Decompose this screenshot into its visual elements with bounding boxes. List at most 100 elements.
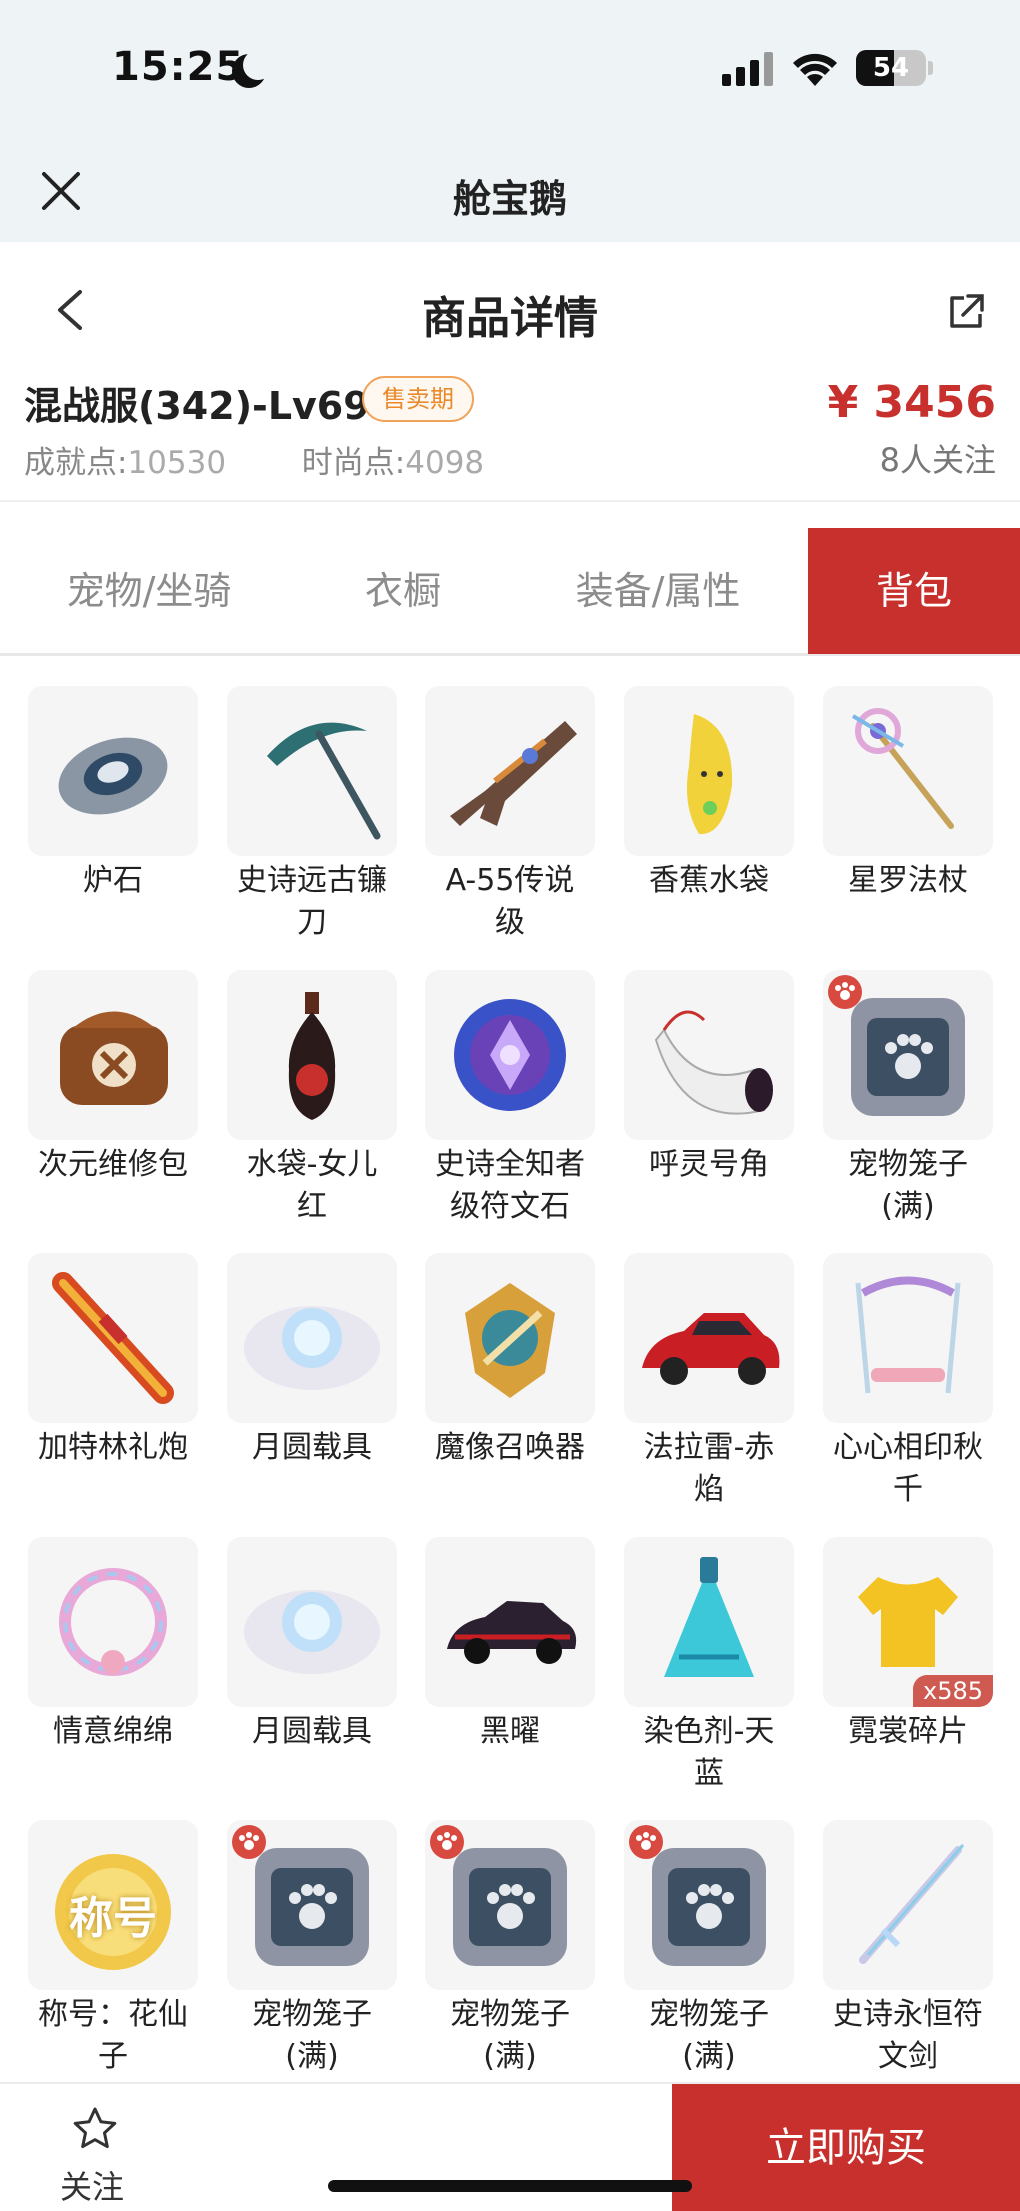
battery-icon: 54 (856, 50, 926, 86)
product-summary: 混战服(342)-Lv69 售卖期 ¥ 3456 成就点:10530 时尚点:4… (0, 367, 1020, 502)
item-label: 史诗远古镰 刀 (237, 863, 387, 940)
list-item[interactable]: 炉石 (0, 660, 198, 943)
follow-label[interactable]: 关注 (60, 2162, 124, 2208)
quantity-badge: x585 (912, 1675, 993, 1707)
list-item[interactable]: 加特林礼炮 (0, 1227, 198, 1510)
item-label: 炉石 (83, 863, 143, 898)
list-item[interactable]: 史诗永恒符 文剑 (795, 1794, 993, 2077)
item-label: 史诗永恒符 文剑 (833, 1997, 983, 2074)
fashion-value: 4098 (405, 445, 485, 481)
list-item[interactable]: 香蕉水袋 (596, 660, 794, 943)
achievement-value: 10530 (127, 445, 227, 481)
item-label: 宠物笼子 (满) (450, 1997, 570, 2074)
share-icon[interactable] (946, 292, 986, 332)
pet-cage-icon (425, 1820, 595, 1990)
black-car-icon (425, 1537, 595, 1707)
item-label: 霓裳碎片 (848, 1714, 968, 1749)
swing-icon (823, 1253, 993, 1423)
tab-pets-mounts[interactable]: 宠物/坐骑 (0, 528, 298, 654)
item-label: 宠物笼子 (满) (252, 1997, 372, 2074)
list-item[interactable]: 称号 称号：花仙 子 (0, 1794, 198, 2077)
battery-tip (928, 61, 933, 75)
home-indicator (328, 2180, 692, 2192)
list-item[interactable]: 月圆载具 (199, 1511, 397, 1794)
item-label: 心心相印秋 千 (833, 1430, 983, 1507)
moon-icon (232, 50, 273, 88)
miniprogram-bar: 舱宝鹅 (0, 130, 1020, 242)
status-bar: 15:25 54 (0, 0, 1020, 130)
page-title: 商品详情 (422, 293, 598, 344)
category-tabs: 宠物/坐骑 衣橱 装备/属性 背包 (0, 528, 1020, 656)
summoner-icon (425, 1253, 595, 1423)
list-item[interactable]: 史诗全知者 级符文石 (397, 944, 595, 1227)
title-badge-icon: 称号 (28, 1820, 198, 1990)
title-badge-text: 称号 (69, 1893, 157, 1944)
achievement-label: 成就点: (24, 445, 128, 481)
gun-icon (425, 686, 595, 856)
tshirt-icon: x585 (823, 1537, 993, 1707)
item-label: 呼灵号角 (649, 1147, 769, 1182)
list-item[interactable]: 水袋-女儿 红 (199, 944, 397, 1227)
list-item[interactable]: 黑曜 (397, 1511, 595, 1794)
item-label: 魔像召唤器 (435, 1430, 585, 1465)
moon-cloud-icon (227, 1537, 397, 1707)
list-item[interactable]: 星罗法杖 (795, 660, 993, 943)
item-label: 香蕉水袋 (649, 863, 769, 898)
banana-icon (624, 686, 794, 856)
status-time: 15:25 (112, 44, 245, 90)
tab-wardrobe[interactable]: 衣橱 (298, 528, 508, 654)
wreath-icon (28, 1537, 198, 1707)
product-price: ¥ 3456 (827, 377, 996, 428)
item-label: 月圆载具 (252, 1430, 372, 1465)
item-label: 染色剂-天 蓝 (643, 1714, 775, 1791)
list-item[interactable]: 史诗远古镰 刀 (199, 660, 397, 943)
staff-icon (823, 686, 993, 856)
dye-bottle-icon (624, 1537, 794, 1707)
pet-cage-icon (624, 1820, 794, 1990)
product-name: 混战服(342)-Lv69 (24, 384, 370, 428)
tab-backpack[interactable]: 背包 (808, 528, 1020, 654)
crystal-sword-icon (823, 1820, 993, 1990)
list-item[interactable]: 宠物笼子 (满) (397, 1794, 595, 2077)
list-item[interactable]: 魔像召唤器 (397, 1227, 595, 1510)
list-item[interactable]: 心心相印秋 千 (795, 1227, 993, 1510)
item-label: 次元维修包 (38, 1147, 188, 1182)
buy-now-button[interactable]: 立即购买 (672, 2084, 1020, 2211)
fashion-label: 时尚点: (301, 445, 406, 481)
item-label: 情意绵绵 (53, 1714, 173, 1749)
item-label: 月圆载具 (252, 1714, 372, 1749)
list-item[interactable]: 呼灵号角 (596, 944, 794, 1227)
list-item[interactable]: 宠物笼子 (满) (199, 1794, 397, 2077)
item-label: 加特林礼炮 (38, 1430, 188, 1465)
item-label: 宠物笼子 (满) (649, 1997, 769, 2074)
miniprogram-title: 舱宝鹅 (452, 177, 567, 221)
tab-equipment[interactable]: 装备/属性 (508, 528, 808, 654)
battery-percent: 54 (872, 53, 910, 83)
pet-cage-icon (227, 1820, 397, 1990)
repair-bag-icon (28, 970, 198, 1140)
item-label: 黑曜 (480, 1714, 540, 1749)
list-item[interactable]: 染色剂-天 蓝 (596, 1511, 794, 1794)
list-item[interactable]: 宠物笼子 (满) (795, 944, 993, 1227)
red-car-icon (624, 1253, 794, 1423)
cannon-icon (28, 1253, 198, 1423)
star-icon[interactable] (72, 2106, 118, 2152)
signal-icon (722, 52, 774, 86)
list-item[interactable]: 月圆载具 (199, 1227, 397, 1510)
list-item[interactable]: 法拉雷-赤 焰 (596, 1227, 794, 1510)
item-label: 星罗法杖 (848, 863, 968, 898)
gourd-icon (227, 970, 397, 1140)
list-item[interactable]: 情意绵绵 (0, 1511, 198, 1794)
list-item[interactable]: 宠物笼子 (满) (596, 1794, 794, 2077)
item-label: 水袋-女儿 红 (246, 1147, 378, 1224)
item-label: 史诗全知者 级符文石 (435, 1147, 585, 1224)
page-header: 商品详情 (0, 242, 1020, 367)
list-item[interactable]: 次元维修包 (0, 944, 198, 1227)
item-label: 宠物笼子 (满) (848, 1147, 968, 1224)
horn-icon (624, 970, 794, 1140)
list-item[interactable]: x585 霓裳碎片 (795, 1511, 993, 1794)
list-item[interactable]: A-55传说 级 (397, 660, 595, 943)
product-meta: 成就点:10530 时尚点:4098 (24, 437, 484, 482)
rune-stone-icon (425, 970, 595, 1140)
item-label: 法拉雷-赤 焰 (643, 1430, 775, 1507)
